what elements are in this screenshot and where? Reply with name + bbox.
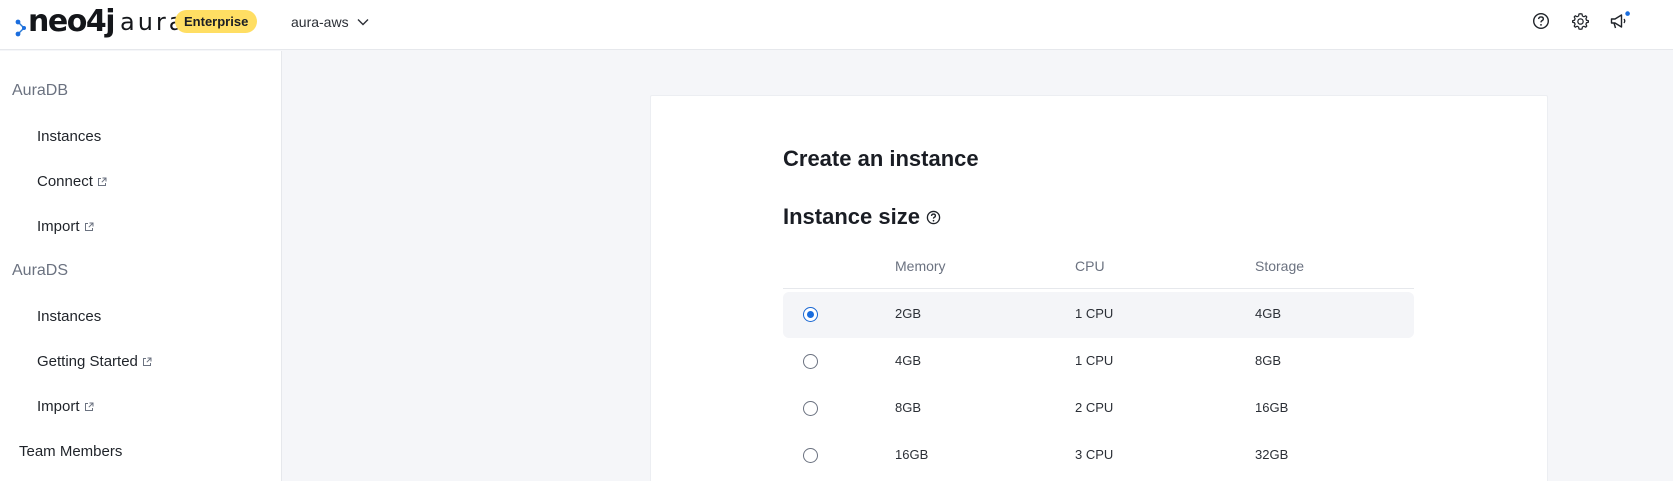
- sidebar-group-aurads: AuraDS: [12, 262, 69, 279]
- project-name: aura-aws: [291, 14, 349, 30]
- memory-cell: 4GB: [895, 353, 922, 368]
- neo4j-aura-logo[interactable]: neo4j aura: [14, 4, 186, 40]
- sidebar-item-aurads-getting-started[interactable]: Getting Started: [37, 353, 152, 370]
- instance-size-heading: Instance size: [783, 204, 941, 230]
- top-header: neo4j aura Enterprise aura-aws: [0, 0, 1673, 50]
- sidebar-item-label: Instances: [37, 128, 102, 145]
- size-radio[interactable]: [803, 307, 818, 322]
- column-header-memory: Memory: [895, 258, 946, 274]
- megaphone-icon: [1610, 11, 1630, 29]
- sidebar-item-label: Import: [37, 218, 80, 235]
- table-row[interactable]: 4GB 1 CPU 8GB: [783, 339, 1414, 385]
- size-radio[interactable]: [803, 354, 818, 369]
- page-title: Create an instance: [783, 146, 979, 171]
- sidebar-item-auradb-import[interactable]: Import: [37, 218, 94, 235]
- sidebar-item-team-members[interactable]: Team Members: [19, 443, 122, 460]
- cpu-cell: 2 CPU: [1075, 400, 1114, 415]
- cpu-cell: 1 CPU: [1075, 353, 1114, 368]
- storage-cell: 8GB: [1255, 353, 1282, 368]
- column-header-cpu: CPU: [1075, 258, 1105, 274]
- sidebar-item-label: Import: [37, 398, 80, 415]
- section-title: Instance size: [783, 204, 920, 229]
- cpu-cell: 3 CPU: [1075, 447, 1114, 462]
- memory-cell: 16GB: [895, 447, 929, 462]
- storage-cell: 32GB: [1255, 447, 1289, 462]
- table-divider: [783, 288, 1414, 289]
- settings-button[interactable]: [1568, 9, 1592, 33]
- sidebar-item-label: Getting Started: [37, 353, 138, 370]
- sidebar-group-auradb: AuraDB: [12, 82, 69, 99]
- storage-cell: 16GB: [1255, 400, 1289, 415]
- sidebar-item-label: Instances: [37, 308, 102, 325]
- chevron-down-icon: [357, 19, 369, 26]
- external-link-icon: [97, 177, 107, 186]
- storage-cell: 4GB: [1255, 306, 1282, 321]
- table-row[interactable]: 2GB 1 CPU 4GB: [783, 292, 1414, 338]
- external-link-icon: [142, 357, 152, 366]
- gear-icon: [1571, 12, 1589, 30]
- sidebar-item-aurads-import[interactable]: Import: [37, 398, 94, 415]
- sidebar-item-auradb-instances[interactable]: Instances: [37, 128, 101, 145]
- announcements-button[interactable]: [1608, 9, 1632, 33]
- size-radio[interactable]: [803, 448, 818, 463]
- logo-neo4j-text: neo4j: [28, 4, 115, 39]
- external-link-icon: [84, 222, 94, 231]
- memory-cell: 2GB: [895, 306, 922, 321]
- table-row[interactable]: 16GB 3 CPU 32GB: [783, 433, 1414, 479]
- memory-cell: 8GB: [895, 400, 922, 415]
- cpu-cell: 1 CPU: [1075, 306, 1114, 321]
- sidebar-item-label: Connect: [37, 173, 93, 190]
- help-button[interactable]: [1529, 9, 1553, 33]
- project-selector[interactable]: aura-aws: [291, 12, 369, 32]
- enterprise-badge: Enterprise: [175, 10, 258, 33]
- sidebar-item-auradb-connect[interactable]: Connect: [37, 173, 107, 190]
- table-row[interactable]: 8GB 2 CPU 16GB: [783, 386, 1414, 432]
- size-radio[interactable]: [803, 401, 818, 416]
- external-link-icon: [84, 402, 94, 411]
- help-icon[interactable]: [926, 210, 941, 225]
- column-header-storage: Storage: [1255, 258, 1305, 274]
- sidebar-item-aurads-instances[interactable]: Instances: [37, 308, 101, 325]
- help-icon: [1532, 12, 1550, 30]
